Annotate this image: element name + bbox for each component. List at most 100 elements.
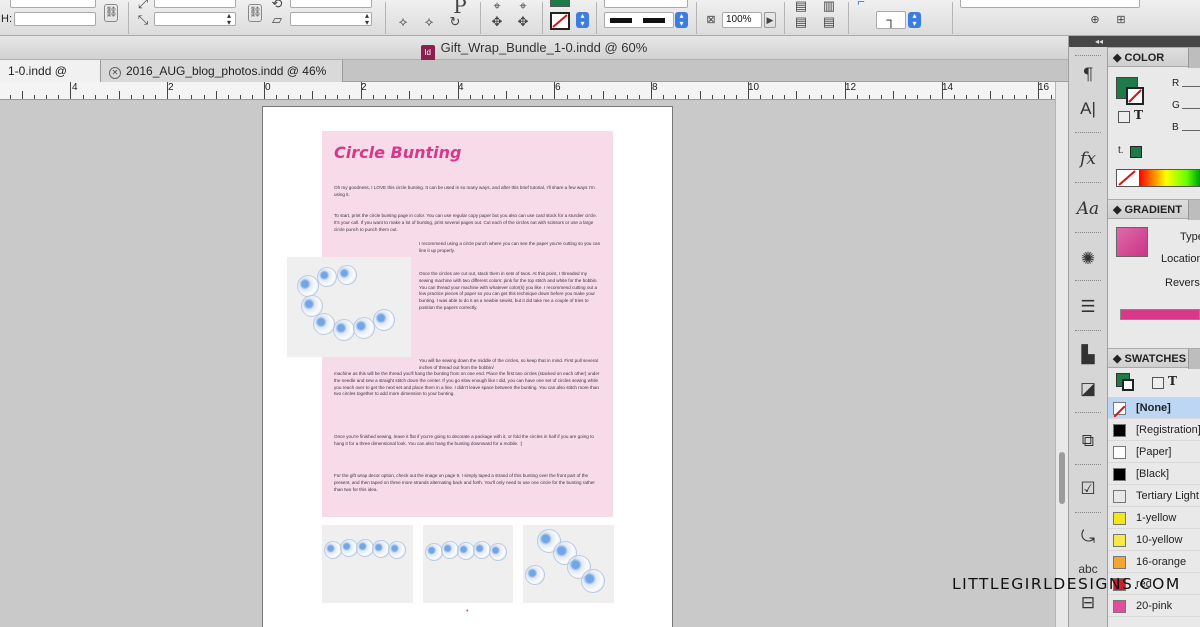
bunting-photo[interactable] (523, 525, 614, 603)
r-slider[interactable] (1182, 86, 1200, 87)
panel-collapse-bar[interactable]: ◂◂ (1069, 36, 1200, 47)
constrain-proportions-icon[interactable]: ⛓ (104, 4, 118, 22)
color-spectrum[interactable] (1116, 169, 1200, 187)
pathfinder-icon[interactable]: ◪ (1074, 378, 1102, 400)
ruler-tick (905, 95, 907, 99)
close-tab-icon[interactable]: ✕ (109, 67, 121, 79)
ruler-tick (881, 95, 883, 99)
swatch-row[interactable]: 1-yellow (1108, 507, 1200, 529)
select-container-icon[interactable]: ⌖ (488, 0, 506, 14)
h-field[interactable] (14, 12, 96, 26)
control-panel: H: ⛓ ⤢ ⤡ ▴ ▾ ⛓ ⟲ ▱ ▴ ▾ ⟡ ⟡ P ↻ ⌖ ✥ ⌖ ✥ ▴ ▾ … (0, 0, 1200, 36)
align-panel-icon[interactable]: ▙ (1074, 344, 1102, 366)
select-previous-icon[interactable]: ⌖ (514, 0, 532, 14)
swatch-row[interactable]: [None] (1108, 397, 1200, 419)
g-slider[interactable] (1182, 108, 1200, 109)
text-wrap-alt-icon[interactable]: ▤ (792, 14, 810, 30)
stroke-panel-icon[interactable]: ☰ (1074, 296, 1102, 318)
color-panel-header[interactable]: ◆ COLOR (1108, 47, 1200, 68)
select-next-icon[interactable]: ✥ (514, 14, 532, 30)
opacity-arrow-icon[interactable]: ▶ (764, 12, 776, 28)
b-label: B (1172, 122, 1179, 133)
loading-icon[interactable]: ✺ (1074, 248, 1102, 270)
swatch-row[interactable]: 10-yellow (1108, 529, 1200, 551)
swatch-row[interactable]: [Paper] (1108, 441, 1200, 463)
gradient-ramp[interactable] (1120, 309, 1200, 320)
swatch-stroke-icon[interactable] (1122, 379, 1134, 391)
bunting-photo[interactable] (287, 257, 411, 357)
scrollbar-thumb[interactable] (1059, 452, 1065, 504)
scale-stepper-icon[interactable]: ▴ ▾ (224, 12, 234, 27)
stroke-weight-field[interactable] (604, 0, 688, 8)
effects-icon[interactable]: fx (1074, 148, 1102, 170)
glyphs-icon[interactable]: Aa (1074, 198, 1102, 220)
rotate-90-icon[interactable]: ↻ (446, 14, 464, 30)
swatch-name: [Black] (1136, 468, 1170, 480)
document-page[interactable]: Circle Bunting Oh my goodness, I LOVE th… (262, 106, 673, 627)
select-content-icon[interactable]: ✥ (488, 14, 506, 30)
shear-field[interactable] (290, 12, 372, 26)
stroke-swatch[interactable] (550, 12, 570, 30)
formatting-text-icon[interactable]: T (1134, 108, 1143, 122)
distribute-icon[interactable]: ▤ (820, 14, 838, 30)
swatch-row[interactable]: Tertiary Light (1108, 485, 1200, 507)
gradient-preview[interactable] (1116, 227, 1148, 257)
panel-tab-edge[interactable] (1188, 349, 1200, 369)
gradient-panel-header[interactable]: ◆ GRADIENT (1108, 199, 1200, 220)
swatch-text-icon[interactable]: T (1168, 374, 1177, 388)
tab-blog-photos[interactable]: ✕ 2016_AUG_blog_photos.indd @ 46% (101, 60, 343, 82)
paragraph: I recommend using a circle punch where y… (419, 241, 601, 253)
corner-shape-select[interactable]: ┐ (876, 11, 906, 29)
swatch-container-icon[interactable] (1152, 377, 1164, 389)
character-styles-icon[interactable]: A| (1074, 98, 1102, 120)
tab-gift-wrap-bundle[interactable]: 1-0.indd @ 60% (0, 60, 101, 100)
scale-x-field[interactable] (154, 0, 236, 8)
swatch-row[interactable]: 20-pink (1108, 595, 1200, 617)
flip-vertical-icon[interactable]: ⟡ (420, 14, 438, 30)
stroke-type-dropdown-icon[interactable]: ▴ ▾ (675, 12, 688, 28)
opacity-field[interactable]: 100% (722, 12, 762, 28)
effects-field[interactable] (960, 0, 1140, 8)
ruler-tick (191, 95, 193, 99)
tab-label: 2016_AUG_blog_photos.indd @ 46% (126, 64, 327, 78)
swatch-row[interactable]: [Black] (1108, 463, 1200, 485)
rotate-field[interactable] (290, 0, 372, 8)
b-slider[interactable] (1182, 130, 1200, 131)
panel-tab-edge[interactable] (1188, 200, 1200, 220)
text-wrap-icon[interactable]: ▤ (792, 0, 810, 14)
shear-stepper-icon[interactable]: ▴ ▾ (362, 12, 372, 27)
x-field[interactable] (10, 0, 96, 8)
formatting-container-icon[interactable] (1118, 111, 1130, 123)
horizontal-ruler[interactable]: 4 2 0 2 4 6 8 10 12 14 16 (0, 82, 1055, 100)
paragraph-styles-icon[interactable]: ¶ (1074, 64, 1102, 86)
quick-apply-icon[interactable]: ⊕ (1086, 12, 1104, 28)
ruler-tick (70, 82, 72, 99)
corner-options-icon[interactable]: ⌐ (852, 0, 870, 10)
vertical-scrollbar[interactable] (1055, 82, 1068, 627)
gradient-panel-title: GRADIENT (1124, 204, 1182, 216)
swatches-panel-header[interactable]: ◆ SWATCHES (1108, 348, 1200, 369)
bunting-photo[interactable] (423, 525, 513, 603)
preflight-icon[interactable]: ☑ (1074, 478, 1102, 500)
panel-tab-edge[interactable] (1188, 48, 1200, 68)
align-icon[interactable]: ▥ (820, 0, 838, 14)
book-icon[interactable]: ⊟ (1074, 592, 1102, 614)
ruler-tick (336, 95, 338, 99)
fill-swatch[interactable] (550, 0, 570, 7)
ruler-tick (917, 95, 919, 99)
stroke-color-swatch[interactable] (1126, 87, 1144, 105)
swatch-row[interactable]: [Registration] (1108, 419, 1200, 441)
bunting-photo[interactable] (322, 525, 413, 603)
corner-shape-dropdown-icon[interactable]: ▴ ▾ (908, 12, 921, 28)
reference-point-icon[interactable]: P (451, 0, 469, 16)
text-wrap-panel-icon[interactable]: ⤿ (1074, 526, 1102, 548)
last-color-swatch[interactable] (1130, 146, 1142, 158)
stroke-type-select[interactable] (604, 12, 674, 28)
swatch-row[interactable]: 16-orange (1108, 551, 1200, 573)
flip-horizontal-icon[interactable]: ⟡ (394, 14, 412, 30)
constrain-scale-icon[interactable]: ⛓ (248, 4, 262, 22)
stroke-swatch-dropdown-icon[interactable]: ▴ ▾ (576, 12, 589, 28)
panel-menu-icon[interactable]: ⊞ (1112, 12, 1130, 28)
ruler-number: 0 (265, 82, 271, 93)
links-icon[interactable]: ⧉ (1074, 430, 1102, 452)
